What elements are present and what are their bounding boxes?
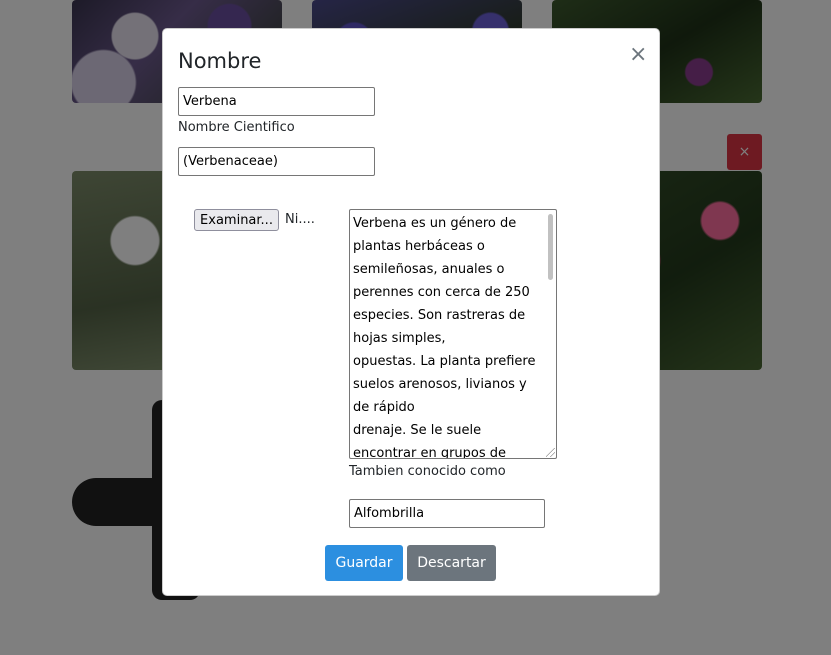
- description-textarea[interactable]: Verbena es un género de plantas herbácea…: [349, 209, 557, 459]
- browse-file-button[interactable]: Examinar...: [194, 209, 279, 231]
- scientific-name-label: Nombre Cientifico: [178, 120, 295, 135]
- file-status-text: Ni....: [285, 212, 315, 227]
- resize-handle-icon[interactable]: [546, 448, 555, 457]
- edit-plant-modal: Nombre × Nombre Cientifico Examinar... N…: [162, 28, 660, 596]
- also-known-as-input[interactable]: [349, 499, 545, 528]
- description-scrollbar[interactable]: [548, 214, 553, 280]
- discard-button[interactable]: Descartar: [407, 545, 496, 581]
- modal-title: Nombre: [178, 49, 262, 73]
- also-known-as-label: Tambien conocido como: [349, 464, 506, 479]
- close-icon[interactable]: ×: [629, 44, 647, 66]
- description-text: Verbena es un género de plantas herbácea…: [353, 216, 536, 459]
- name-input[interactable]: [178, 87, 375, 116]
- save-button[interactable]: Guardar: [325, 545, 403, 581]
- scientific-name-input[interactable]: [178, 147, 375, 176]
